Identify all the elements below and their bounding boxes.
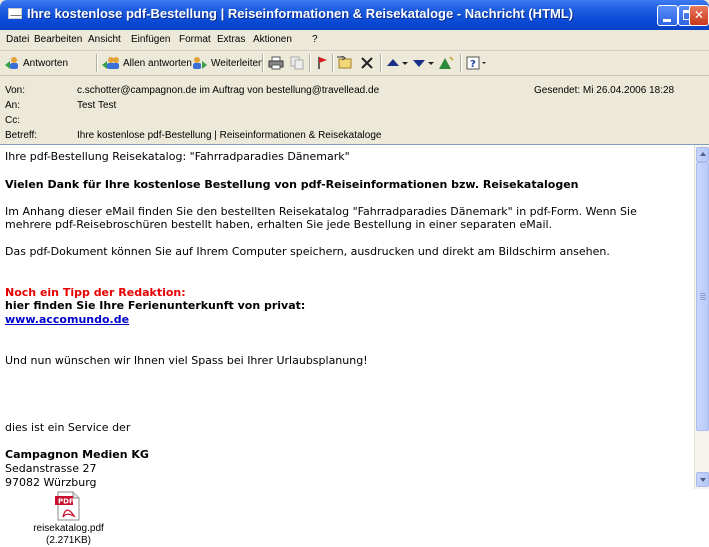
print-button[interactable] <box>268 54 284 72</box>
tip-text: hier finden Sie Ihre Ferienunterkunft vo… <box>5 299 306 312</box>
attachment-filename[interactable]: reisekatalog.pdf <box>0 523 137 534</box>
menu-aktionen[interactable]: Aktionen <box>253 34 292 45</box>
company-street: Sedanstrasse 27 <box>5 462 97 475</box>
thank-you-heading: Vielen Dank für Ihre kostenlose Bestellu… <box>5 178 579 191</box>
toolbar-separator <box>96 54 98 72</box>
toolbar-separator <box>309 54 311 72</box>
to-value[interactable]: Test Test <box>77 100 116 111</box>
next-item-icon <box>413 60 434 67</box>
help-icon: ? <box>466 56 486 70</box>
toolbar: Antworten Allen antworten Weiterleiten ? <box>0 51 709 76</box>
reply-button[interactable]: Antworten <box>4 54 68 72</box>
previous-item-button[interactable] <box>386 54 408 72</box>
service-line: dies ist ein Service der <box>5 421 131 434</box>
reply-label: Antworten <box>23 57 69 69</box>
subject-value: Ihre kostenlose pdf-Bestellung | Reisein… <box>77 130 382 141</box>
paragraph-attachment: Im Anhang dieser eMail finden Sie den be… <box>5 205 637 218</box>
message-body[interactable]: Ihre pdf-Bestellung Reisekatalog: "Fahrr… <box>0 144 709 490</box>
cc-label: Cc: <box>5 115 20 126</box>
paragraph-attachment-cont: mehrere pdf-Reisebroschüren bestellt hab… <box>5 218 553 231</box>
menu-extras[interactable]: Extras <box>217 34 245 45</box>
forward-icon <box>193 57 207 69</box>
scroll-down-button[interactable] <box>696 472 709 487</box>
address-book-button[interactable] <box>438 54 454 72</box>
toolbar-separator <box>332 54 334 72</box>
paragraph-save: Das pdf-Dokument können Sie auf Ihrem Co… <box>5 245 610 258</box>
message-header: Von: c.schotter@campagnon.de im Auftrag … <box>0 76 709 143</box>
pdf-file-icon[interactable]: PDF <box>54 491 82 521</box>
attachment-size: (2.271KB) <box>45 535 92 546</box>
from-label: Von: <box>5 85 26 96</box>
attachment-area: PDF reisekatalog.pdf (2.271KB) <box>0 489 709 547</box>
toolbar-separator <box>380 54 382 72</box>
printer-icon <box>268 56 284 70</box>
copy-icon <box>290 56 304 70</box>
mail-icon <box>8 8 22 19</box>
minimize-button[interactable] <box>657 5 678 26</box>
tip-title: Noch ein Tipp der Redaktion: <box>5 286 186 299</box>
menu-bearbeiten[interactable]: Bearbeiten <box>34 34 82 45</box>
menu-help[interactable]: ? <box>312 34 318 45</box>
to-label: An: <box>5 100 21 111</box>
vertical-scrollbar[interactable] <box>694 145 709 489</box>
subject-label: Betreff: <box>5 130 38 141</box>
toolbar-separator <box>262 54 264 72</box>
scroll-up-button[interactable] <box>696 147 709 162</box>
closing-line: Und nun wünschen wir Ihnen viel Spass be… <box>5 354 368 367</box>
move-button[interactable] <box>336 54 354 72</box>
follow-up-button[interactable] <box>316 54 328 72</box>
next-item-button[interactable] <box>412 54 434 72</box>
previous-item-icon <box>387 59 408 66</box>
order-line: Ihre pdf-Bestellung Reisekatalog: "Fahrr… <box>5 150 350 163</box>
delete-button[interactable] <box>360 54 374 72</box>
sent-date: Gesendet: Mi 26.04.2006 18:28 <box>534 85 675 96</box>
help-button[interactable]: ? <box>466 54 488 72</box>
menu-bar: Datei Bearbeiten Ansicht Einfügen Format… <box>0 30 709 51</box>
svg-text:PDF: PDF <box>58 498 74 506</box>
from-value[interactable]: c.schotter@campagnon.de im Auftrag von b… <box>77 85 379 96</box>
menu-datei[interactable]: Datei <box>6 34 29 45</box>
accomundo-link[interactable]: www.accomundo.de <box>5 313 129 326</box>
close-button[interactable]: ✕ <box>689 5 709 26</box>
svg-text:?: ? <box>470 59 476 70</box>
forward-button[interactable]: Weiterleiten <box>190 54 264 72</box>
mail-window: Ihre kostenlose pdf-Bestellung | Reisein… <box>0 0 709 547</box>
company-city: 97082 Würzburg <box>5 476 97 489</box>
reply-all-label: Allen antworten <box>123 57 192 69</box>
title-bar[interactable]: Ihre kostenlose pdf-Bestellung | Reisein… <box>0 0 709 30</box>
delete-icon <box>361 57 373 69</box>
window-title: Ihre kostenlose pdf-Bestellung | Reisein… <box>27 6 574 21</box>
flag-icon <box>318 57 327 69</box>
scroll-thumb[interactable] <box>696 162 709 431</box>
reply-all-icon <box>102 57 119 69</box>
menu-format[interactable]: Format <box>179 34 211 45</box>
company-name: Campagnon Medien KG <box>5 448 149 461</box>
copy-button <box>290 54 304 72</box>
address-book-icon <box>439 56 454 69</box>
menu-einfuegen[interactable]: Einfügen <box>131 34 170 45</box>
reply-icon <box>5 57 18 69</box>
reply-all-button[interactable]: Allen antworten <box>102 54 192 72</box>
menu-ansicht[interactable]: Ansicht <box>88 34 121 45</box>
move-to-folder-icon <box>337 56 352 69</box>
toolbar-separator <box>460 54 462 72</box>
forward-label: Weiterleiten <box>211 57 264 69</box>
